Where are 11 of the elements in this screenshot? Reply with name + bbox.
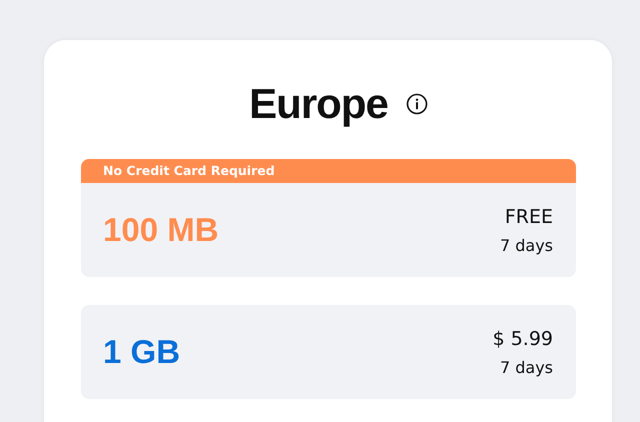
plan-option[interactable]: 1 GB $ 5.99 7 days — [81, 305, 576, 399]
plan-price: FREE — [504, 206, 553, 228]
plan-option[interactable]: 100 MB FREE 7 days — [81, 183, 576, 277]
plan-duration: 7 days — [500, 358, 553, 376]
data-amount: 1 GB — [103, 333, 180, 371]
promo-banner: No Credit Card Required — [81, 159, 576, 183]
info-icon[interactable] — [406, 93, 428, 115]
plan-duration: 7 days — [500, 236, 553, 254]
region-title: Europe — [249, 80, 388, 128]
data-amount: 100 MB — [103, 211, 219, 249]
plan-price: $ 5.99 — [492, 328, 553, 350]
